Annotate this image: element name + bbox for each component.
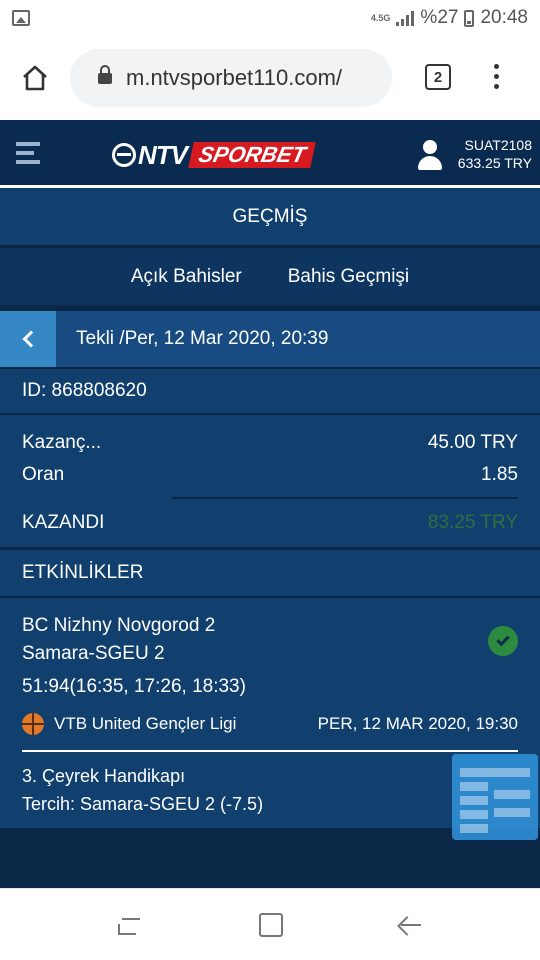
hamburger-menu-icon[interactable] [16, 142, 40, 169]
tab-open-bets[interactable]: Açık Bahisler [131, 266, 242, 288]
browser-toolbar: m.ntvsporbet110.com/ 2 [0, 36, 540, 120]
system-nav-bar [0, 888, 540, 960]
status-bar: 4.5G %27 20:48 [0, 0, 540, 36]
league-row: VTB United Gençler Ligi PER, 12 MAR 2020… [22, 710, 518, 738]
odds-row: Oran 1.85 [22, 459, 518, 491]
browser-home-button[interactable] [0, 36, 70, 120]
logo-ball-icon [112, 142, 136, 167]
network-type: 4.5G [370, 12, 391, 23]
event-score: 51:94(16:35, 17:26, 18:33) [22, 676, 246, 697]
more-menu-icon[interactable] [494, 64, 500, 89]
selection: Tercih: Samara-SGEU 2 (-7.5) [22, 794, 264, 814]
stake-value: 45.00 TRY [427, 432, 518, 453]
result-label: KAZANDI [22, 512, 105, 533]
battery-percent: %27 [420, 7, 459, 28]
signal-icon [396, 10, 415, 26]
bet-summary: Kazanç... 45.00 TRY Oran 1.85 KAZANDI 83… [0, 415, 540, 550]
event-date: PER, 12 MAR 2020, 19:30 [317, 714, 518, 733]
odds-value: 1.85 [481, 464, 518, 485]
username: SUAT2108 [464, 137, 532, 153]
url-text: m.ntvsporbet110.com/ [126, 65, 343, 90]
chevron-left-icon [22, 330, 40, 348]
user-account[interactable]: SUAT2108 633.25 TRY [458, 136, 532, 172]
result-value: 83.25 TRY [427, 512, 518, 533]
check-icon [488, 626, 518, 656]
back-button[interactable] [0, 311, 56, 367]
home-icon [23, 65, 47, 91]
battery-icon [464, 9, 475, 27]
recents-icon[interactable] [117, 913, 144, 937]
status-right: 4.5G %27 20:48 [371, 7, 528, 29]
odds-label: Oran [22, 464, 65, 485]
address-bar[interactable]: m.ntvsporbet110.com/ [70, 49, 392, 107]
tab-bet-history[interactable]: Bahis Geçmişi [288, 266, 409, 288]
user-icon[interactable] [416, 140, 444, 172]
event-divider [22, 750, 518, 752]
market-name: 3. Çeyrek Handikapı [22, 766, 186, 786]
floating-betslip-icon[interactable] [452, 754, 538, 840]
home-nav-icon[interactable] [258, 912, 283, 937]
balance: 633.25 TRY [457, 155, 532, 171]
bet-id: ID: 868808620 [0, 367, 540, 415]
back-nav-icon[interactable] [398, 913, 422, 937]
gallery-notification-icon [12, 10, 30, 26]
bet-detail-header: Tekli /Per, 12 Mar 2020, 20:39 [0, 311, 540, 367]
page-title: GEÇMİŞ [0, 188, 540, 248]
stake-label: Kazanç... [22, 432, 102, 453]
tab-switcher-button[interactable]: 2 [425, 64, 451, 90]
lock-icon [98, 65, 112, 86]
site-logo[interactable]: NTV SPORBET [112, 140, 317, 171]
logo-ntv: NTV [112, 140, 188, 171]
result-row: KAZANDI 83.25 TRY [22, 499, 518, 547]
team-away: Samara-SGEU 2 [22, 643, 165, 664]
team-home: BC Nizhny Novgorod 2 [22, 615, 216, 636]
basketball-icon [22, 713, 44, 735]
bet-tabs: Açık Bahisler Bahis Geçmişi [0, 248, 540, 305]
clock: 20:48 [480, 7, 528, 28]
site-header: NTV SPORBET SUAT2108 633.25 TRY [0, 120, 540, 188]
events-title: ETKİNLİKLER [0, 550, 540, 598]
bet-header-title: Tekli /Per, 12 Mar 2020, 20:39 [76, 328, 329, 349]
stake-row: Kazanç... 45.00 TRY [22, 427, 518, 459]
logo-sportbet: SPORBET [188, 142, 317, 168]
league-name: VTB United Gençler Ligi [54, 714, 237, 733]
